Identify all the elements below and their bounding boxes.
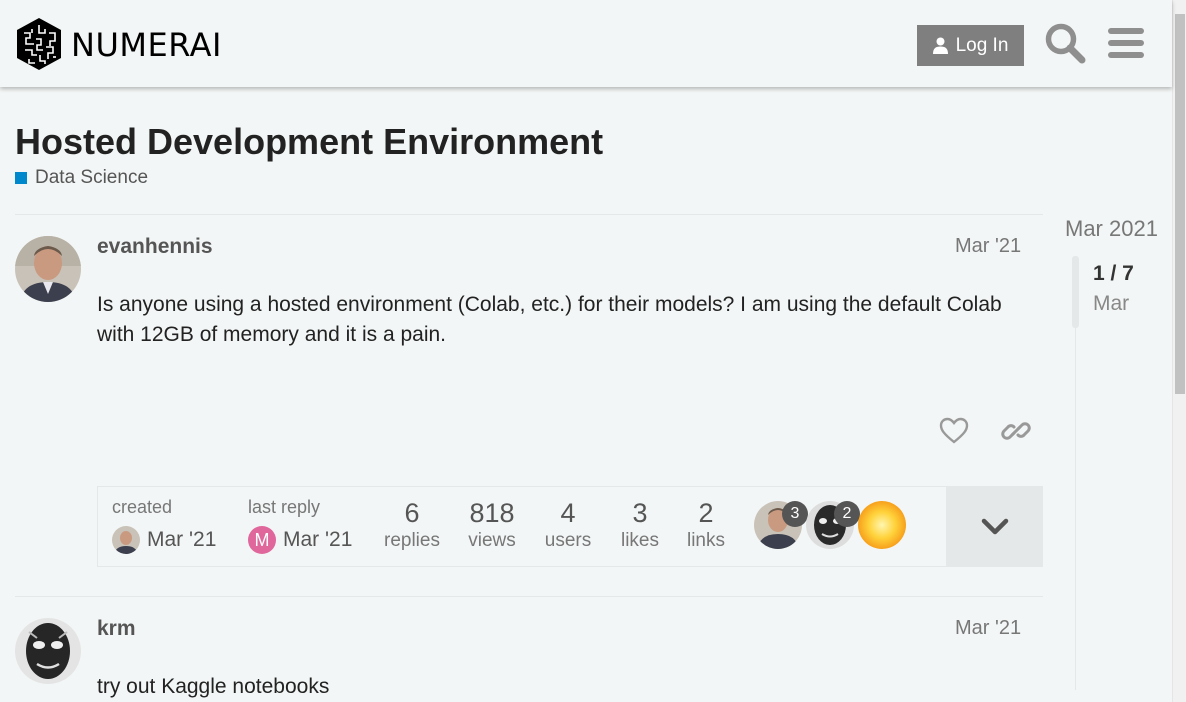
chevron-down-icon [981, 518, 1008, 534]
timeline-current-date: Mar [1093, 292, 1130, 315]
post-body: try out Kaggle notebooks [97, 675, 330, 698]
stat-views: 818 views [456, 497, 528, 553]
stat-users: 4 users [532, 497, 604, 553]
face-sketch-icon [15, 618, 81, 684]
stat-replies: 6 replies [376, 497, 448, 553]
stat-number: 4 [560, 498, 576, 528]
share-link-icon[interactable] [1001, 416, 1031, 446]
participant-post-count: 2 [834, 501, 860, 527]
created-label: created [112, 497, 173, 517]
topic-map: created Mar '21 last reply M Mar '21 6 r… [97, 486, 1043, 567]
stat-number: 3 [632, 498, 648, 528]
user-icon [932, 37, 948, 54]
numerai-logo-icon [17, 18, 61, 70]
stat-number: 6 [404, 498, 420, 528]
category-name: Data Science [35, 167, 149, 188]
avatar-evanhennis[interactable] [15, 236, 81, 302]
participant-avatar[interactable] [858, 501, 906, 549]
post-date[interactable]: Mar '21 [955, 617, 1021, 640]
last-reply-info: last reply M Mar '21 [248, 497, 352, 577]
divider [15, 596, 1043, 597]
like-heart-icon[interactable] [939, 416, 969, 446]
timeline-start-date[interactable]: Mar 2021 [1065, 216, 1158, 242]
logo-wordmark: NUMERAI [71, 26, 222, 64]
divider [15, 214, 1043, 215]
stat-label: links [686, 530, 725, 551]
last-reply-avatar[interactable]: M [248, 526, 276, 554]
stat-label: users [544, 530, 592, 551]
timeline-position: 1 / 7 [1093, 262, 1134, 285]
post-author[interactable]: krm [97, 617, 136, 641]
category-color-square [15, 172, 27, 184]
site-header: NUMERAI Log In [0, 0, 1172, 87]
login-button[interactable]: Log In [917, 25, 1024, 66]
stat-number: 2 [698, 498, 714, 528]
numerai-logo[interactable]: NUMERAI [15, 17, 222, 71]
created-date[interactable]: Mar '21 [147, 528, 216, 552]
creator-avatar[interactable] [112, 526, 140, 554]
scrollbar-thumb[interactable] [1175, 14, 1185, 394]
topic-title[interactable]: Hosted Development Environment [15, 121, 603, 163]
post-body: Is anyone using a hosted environment (Co… [97, 293, 1002, 346]
sun-gradient-icon [858, 501, 906, 549]
search-icon[interactable] [1044, 22, 1086, 64]
login-label: Log In [955, 34, 1009, 56]
stat-links: 2 links [670, 497, 742, 553]
post-author[interactable]: evanhennis [97, 235, 213, 259]
category-badge[interactable]: Data Science [15, 167, 148, 189]
stat-label: likes [620, 530, 659, 551]
person-photo-icon [15, 236, 81, 302]
person-photo-icon [112, 526, 140, 554]
stat-likes: 3 likes [604, 497, 676, 553]
stat-label: views [468, 530, 516, 551]
created-info: created Mar '21 [112, 497, 216, 577]
stat-label: replies [384, 530, 440, 551]
expand-topic-map-button[interactable] [946, 487, 1043, 566]
page-scrollbar[interactable] [1172, 0, 1186, 702]
participant-post-count: 3 [782, 501, 808, 527]
last-reply-date[interactable]: Mar '21 [283, 528, 352, 552]
stat-number: 818 [469, 498, 515, 528]
avatar-krm[interactable] [15, 618, 81, 684]
post-date[interactable]: Mar '21 [955, 235, 1021, 258]
hamburger-menu-icon[interactable] [1105, 22, 1147, 64]
last-reply-label: last reply [248, 497, 321, 517]
timeline-scroll-handle[interactable] [1072, 256, 1079, 328]
